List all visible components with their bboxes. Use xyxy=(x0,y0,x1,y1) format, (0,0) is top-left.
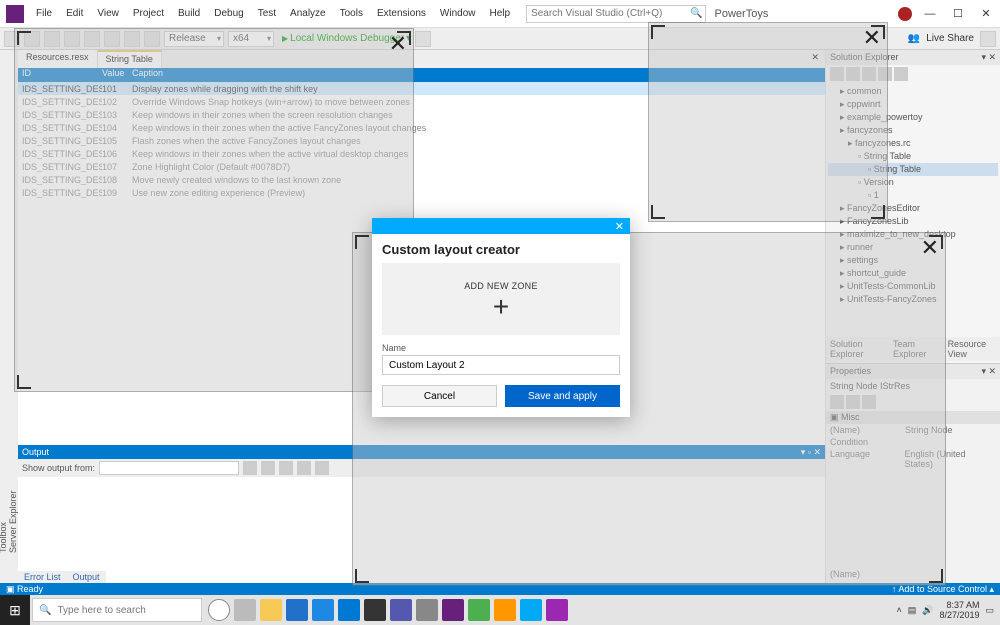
output-tool-icon[interactable] xyxy=(315,461,329,475)
vscode-icon[interactable] xyxy=(338,599,360,621)
dialog-titlebar[interactable]: ✕ xyxy=(372,218,630,234)
se-tool-icon[interactable] xyxy=(894,67,908,81)
tab-output[interactable]: Output xyxy=(67,571,106,583)
layout-name-input[interactable] xyxy=(382,355,620,375)
app-icon[interactable] xyxy=(416,599,438,621)
tray-network-icon[interactable]: ▤ xyxy=(908,605,917,616)
output-tool-icon[interactable] xyxy=(297,461,311,475)
app-icon[interactable] xyxy=(494,599,516,621)
output-tool-icon[interactable] xyxy=(243,461,257,475)
output-tool-icon[interactable] xyxy=(261,461,275,475)
menu-help[interactable]: Help xyxy=(483,4,516,23)
task-view-icon[interactable] xyxy=(234,599,256,621)
taskbar-search[interactable]: 🔍 Type here to search xyxy=(32,598,202,622)
taskbar-search-placeholder: Type here to search xyxy=(57,605,145,616)
taskbar-clock[interactable]: 8:37 AM 8/27/2019 xyxy=(939,600,979,620)
tab-toolbox[interactable]: Toolbox xyxy=(0,56,8,553)
dialog-close-icon[interactable]: ✕ xyxy=(609,220,630,233)
live-share-icon[interactable]: 👥 xyxy=(908,33,920,44)
menu-build[interactable]: Build xyxy=(172,4,206,23)
tray-chevron-icon[interactable]: ˄ xyxy=(896,605,901,615)
main-menu: File Edit View Project Build Debug Test … xyxy=(30,4,516,23)
feedback-icon[interactable] xyxy=(980,31,996,47)
menu-debug[interactable]: Debug xyxy=(208,4,249,23)
teams-icon[interactable] xyxy=(390,599,412,621)
vs-logo-icon xyxy=(6,5,24,23)
bottom-tool-tabs: Error List Output xyxy=(18,571,106,583)
vs-icon[interactable] xyxy=(442,599,464,621)
output-show-from-label: Show output from: xyxy=(22,463,95,473)
close-button[interactable]: ✕ xyxy=(976,7,996,20)
add-zone-label: ADD NEW ZONE xyxy=(464,281,538,291)
app-icon[interactable] xyxy=(546,599,568,621)
custom-layout-creator-dialog: ✕ Custom layout creator ADD NEW ZONE + N… xyxy=(372,218,630,417)
tray-volume-icon[interactable]: 🔊 xyxy=(922,605,933,616)
add-new-zone-button[interactable]: ADD NEW ZONE + xyxy=(382,263,620,335)
status-ready: ▣ Ready xyxy=(6,584,43,595)
layout-name-label: Name xyxy=(372,335,630,355)
tab-resource-view[interactable]: Resource View xyxy=(944,337,1000,361)
search-icon: 🔍 xyxy=(39,605,51,616)
save-and-apply-button[interactable]: Save and apply xyxy=(505,385,620,407)
zone-close-icon[interactable]: ✕ xyxy=(863,29,881,47)
tab-error-list[interactable]: Error List xyxy=(18,571,67,583)
tool-icon[interactable] xyxy=(415,31,431,47)
menu-test[interactable]: Test xyxy=(252,4,282,23)
menu-project[interactable]: Project xyxy=(127,4,170,23)
action-center-icon[interactable]: ▭ xyxy=(985,605,994,616)
menu-analyze[interactable]: Analyze xyxy=(284,4,332,23)
app-icon[interactable] xyxy=(468,599,490,621)
menu-window[interactable]: Window xyxy=(434,4,482,23)
output-tool-icon[interactable] xyxy=(279,461,293,475)
fancyzone-region[interactable]: ✕ xyxy=(648,22,888,222)
windows-taskbar: ⊞ 🔍 Type here to search ˄ ▤ 🔊 8:37 AM 8/… xyxy=(0,595,1000,625)
menu-file[interactable]: File xyxy=(30,4,58,23)
zone-close-icon[interactable]: ✕ xyxy=(389,35,407,53)
quick-launch-search[interactable] xyxy=(526,5,706,23)
start-button[interactable]: ⊞ xyxy=(0,595,30,625)
dialog-title: Custom layout creator xyxy=(372,234,630,263)
output-source-dropdown[interactable] xyxy=(99,461,239,475)
maximize-button[interactable]: ☐ xyxy=(948,7,968,20)
edge-icon[interactable] xyxy=(312,599,334,621)
plus-icon: + xyxy=(493,297,509,317)
search-icon[interactable]: 🔍 xyxy=(690,8,702,19)
menu-tools[interactable]: Tools xyxy=(334,4,369,23)
terminal-icon[interactable] xyxy=(364,599,386,621)
menu-view[interactable]: View xyxy=(91,4,125,23)
user-avatar-icon[interactable] xyxy=(898,7,912,21)
cancel-button[interactable]: Cancel xyxy=(382,385,497,407)
taskbar-pinned xyxy=(208,599,568,621)
outlook-icon[interactable] xyxy=(286,599,308,621)
explorer-icon[interactable] xyxy=(260,599,282,621)
app-icon[interactable] xyxy=(520,599,542,621)
minimize-button[interactable]: ― xyxy=(920,8,940,20)
menu-edit[interactable]: Edit xyxy=(60,4,89,23)
zone-close-icon[interactable]: ✕ xyxy=(921,239,939,257)
cortana-icon[interactable] xyxy=(208,599,230,621)
live-share-button[interactable]: Live Share xyxy=(926,33,974,44)
app-title: PowerToys xyxy=(715,8,769,20)
menu-extensions[interactable]: Extensions xyxy=(371,4,432,23)
